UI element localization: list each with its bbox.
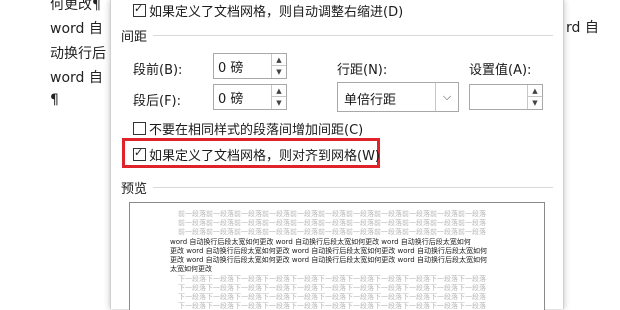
line-spacing-label: 行距(N): (337, 63, 388, 78)
before-label: 段前(B): (133, 63, 183, 78)
doc-line-3: 动换行后 (50, 46, 106, 62)
auto-adjust-indent-label[interactable]: 如果定义了文档网格，则自动调整右缩进(D) (149, 1, 403, 20)
snap-to-grid-label[interactable]: 如果定义了文档网格，则对齐到网格(W) (149, 145, 380, 164)
chevron-down-icon[interactable]: ⌵ (435, 83, 458, 111)
before-value[interactable]: 0 磅 (218, 57, 243, 76)
doc-line-4: word 自 (50, 70, 103, 86)
spacing-section-title: 间距 (121, 30, 148, 45)
preview-pane: 前一段落前一段落前一段落前一段落前一段落前一段落前一段落前一段落前一段落前一段落… (129, 202, 545, 310)
after-spinner[interactable]: 0 磅 ▲ ▼ (213, 84, 287, 110)
snap-to-grid-checkbox[interactable] (133, 146, 146, 161)
after-up-arrow-icon[interactable]: ▲ (272, 85, 286, 97)
before-down-arrow-icon[interactable]: ▼ (272, 66, 286, 78)
paragraph-mark: ¶ (50, 92, 59, 108)
before-spinner[interactable]: 0 磅 ▲ ▼ (213, 53, 287, 79)
before-up-arrow-icon[interactable]: ▲ (272, 54, 286, 66)
doc-right-fragment: rd 自 (566, 20, 599, 36)
auto-adjust-indent-checkbox[interactable] (133, 2, 146, 17)
doc-line-2: word 自 (50, 21, 103, 37)
spacing-divider (153, 35, 553, 36)
after-label: 段后(F): (133, 94, 182, 109)
paragraph-dialog: 如果定义了文档网格，则自动调整右缩进(D) 间距 段前(B): 0 磅 ▲ ▼ … (110, 0, 564, 310)
preview-body-line: 太宽如何更改 (170, 265, 212, 273)
preview-prev-line: 前一段落前一段落前一段落前一段落前一段落前一段落前一段落前一段落前一段落前一段落… (178, 228, 486, 236)
after-value[interactable]: 0 磅 (218, 88, 243, 107)
preview-divider (153, 187, 553, 188)
doc-line-1: 何更改¶ (50, 0, 101, 13)
no-space-same-style-checkbox[interactable] (133, 122, 146, 135)
line-spacing-select[interactable]: 单倍行距 ⌵ (337, 82, 459, 112)
after-down-arrow-icon[interactable]: ▼ (272, 97, 286, 109)
setting-value-label: 设置值(A): (469, 63, 532, 78)
no-space-same-style-label[interactable]: 不要在相同样式的段落间增加间距(C) (149, 119, 363, 138)
line-spacing-value[interactable]: 单倍行距 (344, 89, 396, 108)
preview-section-title: 预览 (121, 182, 148, 197)
setting-up-arrow-icon[interactable]: ▲ (528, 85, 542, 97)
setting-value-spinner[interactable]: ▲ ▼ (469, 84, 543, 110)
setting-down-arrow-icon[interactable]: ▼ (528, 97, 542, 109)
